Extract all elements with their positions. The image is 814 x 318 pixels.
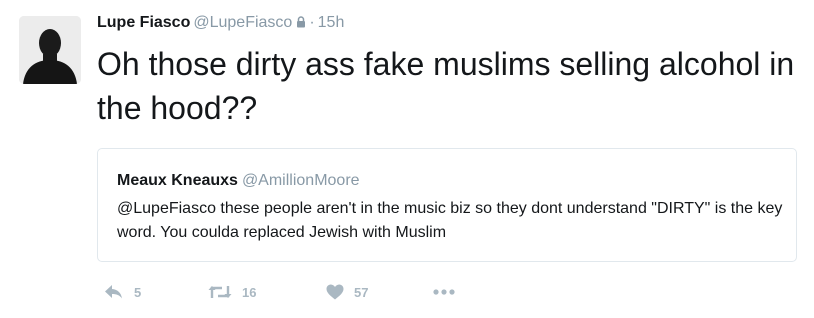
quoted-author-name: Meaux Kneauxs <box>117 172 238 189</box>
reply-button[interactable]: 5 <box>104 280 141 304</box>
avatar-image <box>19 16 81 84</box>
author-handle[interactable]: @LupeFiasco <box>193 14 292 31</box>
reply-count: 5 <box>134 284 142 300</box>
reply-icon <box>105 285 122 299</box>
retweet-icon <box>208 286 232 298</box>
retweet-count: 16 <box>242 284 257 300</box>
tweet-header: Lupe Fiasco @LupeFiasco · 15h <box>97 12 344 35</box>
more-icon <box>433 289 455 295</box>
retweet-button[interactable]: 16 <box>208 280 256 304</box>
quoted-tweet[interactable]: Meaux Kneauxs @AmillionMoore @LupeFiasco … <box>97 148 797 262</box>
lock-icon <box>296 13 306 35</box>
quoted-tweet-text: @LupeFiasco these people aren't in the m… <box>117 200 783 241</box>
heart-icon <box>326 284 344 300</box>
tweet-text: Oh those dirty ass fake muslims selling … <box>97 46 795 126</box>
quoted-tweet-header: Meaux Kneauxs @AmillionMoore <box>117 171 360 191</box>
like-button[interactable]: 57 <box>326 280 368 304</box>
avatar[interactable] <box>19 16 81 84</box>
like-count: 57 <box>354 284 369 300</box>
tweet-actions: 5 16 57 <box>97 280 497 304</box>
quoted-author-handle: @AmillionMoore <box>241 172 360 189</box>
separator-dot: · <box>309 14 315 31</box>
more-button[interactable] <box>433 280 455 304</box>
timestamp[interactable]: 15h <box>318 14 345 31</box>
author-name[interactable]: Lupe Fiasco <box>97 14 190 31</box>
